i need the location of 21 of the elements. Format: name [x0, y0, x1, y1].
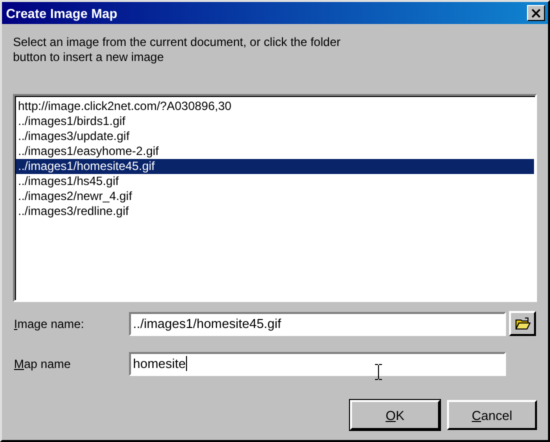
- list-item[interactable]: ../images1/homesite45.gif: [16, 159, 534, 174]
- list-item[interactable]: ../images1/hs45.gif: [16, 174, 534, 189]
- list-item[interactable]: http://image.click2net.com/?A030896,30: [16, 99, 534, 114]
- window-title: Create Image Map: [6, 6, 118, 20]
- instructions-text: Select an image from the current document, or click the folder button to insert a new image: [13, 35, 342, 65]
- list-item[interactable]: ../images1/birds1.gif: [16, 114, 534, 129]
- close-button[interactable]: ×: [527, 5, 545, 21]
- folder-icon: [514, 316, 530, 330]
- field-label: Map name: [13, 356, 72, 370]
- list-item[interactable]: ../images2/newr_4.gif: [16, 189, 534, 204]
- list-item[interactable]: ../images3/redline.gif: [16, 204, 534, 219]
- cancel-button[interactable]: Cancel: [447, 400, 537, 430]
- field-label: Image name:: [13, 316, 86, 330]
- ok-button[interactable]: OK: [350, 400, 440, 430]
- image-list[interactable]: http://image.click2net.com/?A030896,30 ../images1/birds1.gif ../images3/update.gif ../images1/easyhome-2.gif ../images1/homesite45.gif ../images1/hs45.gif ../images2/newr_4.gif ../images3/redline.gif: [13, 94, 537, 302]
- text-field[interactable]: ../images1/homesite45.gif: [129, 312, 506, 336]
- text-field[interactable]: homesite: [129, 352, 506, 376]
- list-item[interactable]: ../images1/easyhome-2.gif: [16, 144, 534, 159]
- text-cursor-icon: [375, 364, 382, 380]
- folder-button[interactable]: [509, 311, 536, 336]
- list-item[interactable]: ../images3/update.gif: [16, 129, 534, 144]
